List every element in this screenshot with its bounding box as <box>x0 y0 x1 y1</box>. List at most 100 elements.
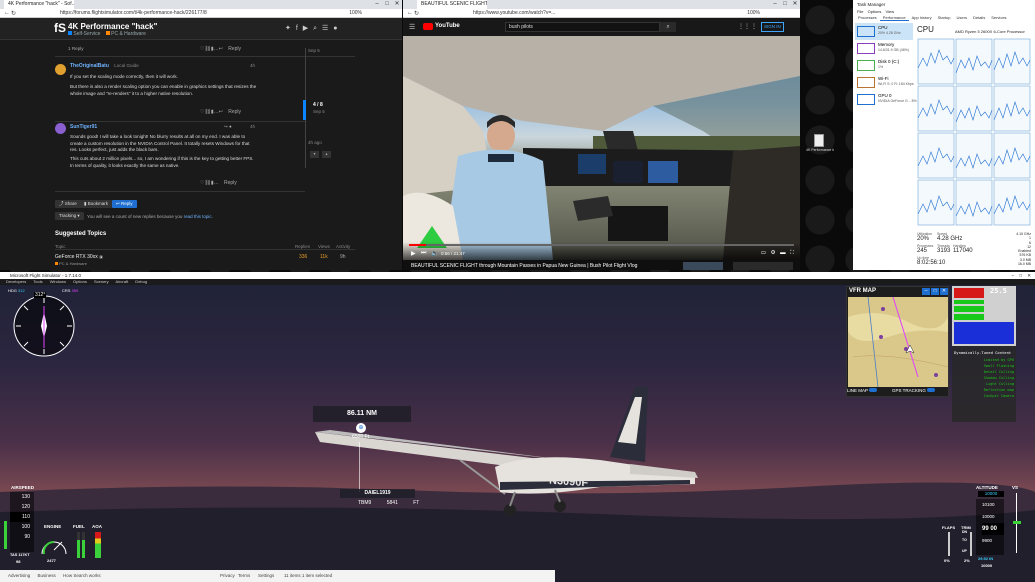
post-username[interactable]: SunTiger91 <box>70 124 97 130</box>
address-bar[interactable]: ← ↻ https://forums.flightsimulator.com/t… <box>0 9 402 18</box>
menu-options[interactable]: Options <box>868 9 882 14</box>
gps-tracking-toggle[interactable]: GPS TRACKING <box>892 388 936 393</box>
reply-link[interactable]: Reply <box>228 109 241 115</box>
footer-link-settings[interactable]: Settings <box>258 570 274 582</box>
back-icon[interactable]: ← <box>4 10 10 16</box>
altitude-selected[interactable]: 10000 <box>978 491 1004 497</box>
menu-icon[interactable]: ☰ <box>322 25 328 32</box>
close-icon[interactable]: ✕ <box>1027 273 1031 278</box>
tab-services[interactable]: Services <box>988 15 1009 21</box>
close-icon[interactable]: ✕ <box>790 0 800 9</box>
sign-in-button[interactable]: SIGN IN <box>761 22 784 32</box>
suggested-row[interactable]: GeForce RTX 30xx ● 336 11k 9h PC & Hardw… <box>55 254 355 266</box>
back-icon[interactable]: ← <box>407 10 413 16</box>
avatar[interactable] <box>55 64 66 75</box>
next-icon[interactable]: ⏭ <box>421 250 426 257</box>
tab-details[interactable]: Details <box>970 15 988 21</box>
tab-startup[interactable]: Startup <box>935 15 954 21</box>
maximize-icon[interactable]: □ <box>1019 273 1022 278</box>
progress-bar[interactable] <box>409 244 794 246</box>
footer-link-advertising[interactable]: Advertising <box>8 573 30 578</box>
cc-icon[interactable]: ▭ <box>761 250 766 256</box>
perf-item-wifi[interactable]: Wi-Fi Wi-Fi S: 0 R: 184 Kbps <box>855 74 914 91</box>
footer-link-how-search-works[interactable]: How Search works <box>63 573 101 578</box>
tab-processes[interactable]: Processes <box>855 15 880 21</box>
vfr-popout-icon[interactable]: □ <box>931 288 939 295</box>
timeline-up-icon[interactable]: ▴ <box>322 151 331 158</box>
one-reply-link[interactable]: 1 Reply <box>68 46 84 51</box>
menu-view[interactable]: View <box>886 9 895 14</box>
footer-link-business[interactable]: Business <box>38 573 56 578</box>
timeline-handle[interactable] <box>303 100 306 120</box>
close-icon[interactable]: ✕ <box>392 0 402 9</box>
play-icon[interactable]: ▶ <box>411 250 416 257</box>
tracking-dropdown[interactable]: Tracking ▾ <box>55 212 84 220</box>
category-link[interactable]: Self-Service <box>73 31 100 37</box>
user-avatar-icon[interactable]: ● <box>333 25 337 32</box>
youtube-icon[interactable]: ▶ <box>303 25 308 32</box>
recommended-thumbnail[interactable] <box>683 262 723 270</box>
maximize-icon[interactable]: □ <box>382 0 392 9</box>
facebook-icon[interactable]: f <box>296 25 298 32</box>
volume-icon[interactable]: 🔈 <box>431 250 438 257</box>
reply-button[interactable]: ↩ Reply <box>112 200 137 208</box>
perf-item-disk[interactable]: Disk 0 (C:) 1% <box>855 57 913 74</box>
footer-link-privacy[interactable]: Privacy <box>220 570 235 582</box>
recommended-thumbnail[interactable] <box>733 262 793 270</box>
minimize-icon[interactable]: – <box>1011 273 1014 278</box>
minimize-icon[interactable]: – <box>770 0 780 9</box>
perf-item-memory[interactable]: Memory 14.6/31.9 GB (46%) <box>855 40 913 57</box>
suggested-title[interactable]: GeForce RTX 30xx <box>55 254 98 260</box>
maximize-icon[interactable]: □ <box>780 0 790 9</box>
line-map-toggle[interactable]: LINE MAP <box>847 388 878 393</box>
timeline-start[interactable]: Sep 5 <box>308 48 320 53</box>
perf-item-cpu[interactable]: CPU 20% 4.28 GHz <box>855 23 913 40</box>
bookmark-button[interactable]: ▮ Bookmark <box>80 200 113 208</box>
suggested-category[interactable]: PC & Hardware <box>59 261 87 266</box>
toggle-switch[interactable] <box>869 388 878 392</box>
youtube-logo[interactable]: YouTube <box>435 23 460 29</box>
tab-users[interactable]: Users <box>954 15 970 21</box>
vfr-minimize-icon[interactable]: – <box>922 288 930 295</box>
tracking-link[interactable]: read this topic. <box>184 214 213 219</box>
reply-link[interactable]: Reply <box>228 46 241 52</box>
twitter-icon[interactable]: ✦ <box>285 25 291 32</box>
reply-link[interactable]: Reply <box>224 180 237 186</box>
refresh-icon[interactable]: ↻ <box>414 10 419 17</box>
footer-link-terms[interactable]: Terms <box>238 570 250 582</box>
sim-dev-menu[interactable]: Developers Tools Windows Options Scenery… <box>0 279 1035 285</box>
more-icon[interactable]: … <box>214 180 219 186</box>
desktop-file-icon[interactable]: 4K Performance hack <box>806 134 834 158</box>
vfr-map-canvas[interactable] <box>848 297 948 387</box>
baro-setting[interactable]: 29.92 IN <box>978 556 993 561</box>
video-player[interactable]: ▶ ⏭ 🔈 0:56 / 21:47 ▭ ⚙ ▬ ⛶ <box>403 36 800 260</box>
menu-file[interactable]: File <box>857 9 863 14</box>
tab-youtube[interactable]: BEAUTIFUL SCENIC FLIGHT th... <box>417 0 487 9</box>
share-button[interactable]: ⤴ Share <box>55 200 81 208</box>
tab-forum[interactable]: 4K Performance "hack" - Sof... <box>4 0 74 9</box>
search-input[interactable]: bush pilots <box>505 22 660 32</box>
minimize-icon[interactable]: – <box>372 0 382 9</box>
post-username[interactable]: TheOriginalBatu <box>70 63 109 69</box>
reply-to-indicator[interactable]: ↪ ● <box>224 124 232 130</box>
apps-icon[interactable]: ⋮⋮ <box>738 23 750 30</box>
site-logo[interactable]: fS <box>54 22 66 35</box>
menu-icon[interactable]: ☰ <box>409 23 415 31</box>
refresh-icon[interactable]: ↻ <box>11 10 16 17</box>
subcategory-link[interactable]: PC & Hardware <box>111 31 146 37</box>
address-bar[interactable]: ← ↻ https://www.youtube.com/watch?v=... … <box>403 9 800 18</box>
search-icon[interactable]: ⌕ <box>313 25 317 32</box>
perf-item-gpu[interactable]: GPU 0 NVIDIA GeForce G... 8% <box>855 91 917 108</box>
reply-icon[interactable]: ↩ <box>219 109 223 115</box>
more-icon[interactable]: ⋮ <box>751 23 757 30</box>
theater-icon[interactable]: ▬ <box>780 250 786 256</box>
tab-performance[interactable]: Performance <box>879 15 909 21</box>
fullscreen-icon[interactable]: ⛶ <box>790 250 794 256</box>
avatar[interactable] <box>55 123 66 134</box>
reply-icon[interactable]: ↩ <box>219 46 223 52</box>
search-icon[interactable]: ⌕ <box>660 22 676 32</box>
tab-app-history[interactable]: App history <box>909 15 935 21</box>
toggle-switch[interactable] <box>927 388 936 392</box>
vfr-close-icon[interactable]: ✕ <box>940 288 948 295</box>
timeline-down-icon[interactable]: ▾ <box>310 151 319 158</box>
